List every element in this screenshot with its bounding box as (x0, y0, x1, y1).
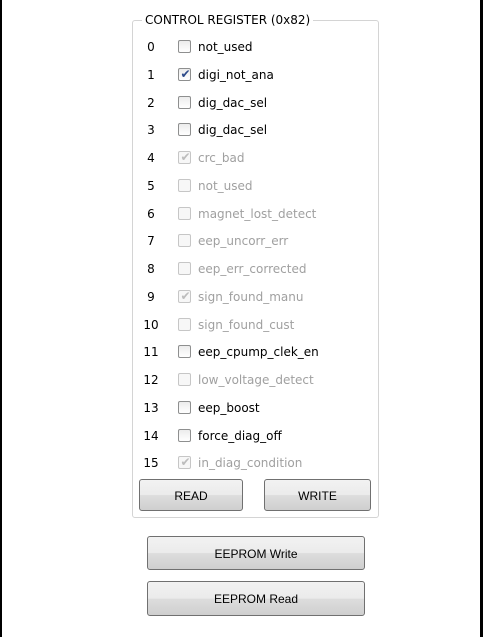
bit-checkbox-4: ✔ (178, 150, 191, 164)
read-button[interactable]: READ (139, 479, 243, 511)
bit-label[interactable]: dig_dac_sel (198, 94, 267, 112)
bit-index: 10 (143, 318, 159, 332)
bit-row-5: 5 not_used (136, 177, 376, 195)
bit-label[interactable]: digi_not_ana (198, 66, 274, 84)
bit-row-15: 15 ✔ in_diag_condition (136, 454, 376, 472)
bit-index: 12 (143, 373, 159, 387)
bit-checkbox-1[interactable]: ✔ (178, 67, 191, 81)
bit-label: magnet_lost_detect (198, 207, 317, 221)
control-register-title: CONTROL REGISTER (0x82) (142, 12, 314, 28)
bit-index: 7 (147, 234, 155, 248)
bit-checkbox-15: ✔ (178, 455, 191, 469)
bit-index: 3 (147, 123, 155, 137)
bit-row-0: 0 not_used (136, 38, 376, 56)
bit-checkbox-14[interactable] (178, 429, 191, 442)
bit-label[interactable]: eep_cpump_clek_en (198, 343, 319, 361)
bit-checkbox-13[interactable] (178, 401, 191, 414)
bit-checkbox-6 (178, 207, 191, 220)
bit-checkbox-12 (178, 373, 191, 386)
bit-label: in_diag_condition (198, 456, 303, 470)
bit-label[interactable]: not_used (198, 38, 253, 56)
check-icon: ✔ (180, 150, 191, 164)
bit-row-8: 8 eep_err_corrected (136, 260, 376, 278)
check-icon: ✔ (180, 289, 191, 303)
bit-index: 15 (143, 456, 159, 470)
bit-label: eep_err_corrected (198, 262, 307, 276)
bit-row-14: 14 force_diag_off (136, 427, 376, 445)
bit-row-13: 13 eep_boost (136, 399, 376, 417)
bit-label: eep_uncorr_err (198, 234, 289, 248)
write-button[interactable]: WRITE (264, 479, 371, 511)
bit-label[interactable]: dig_dac_sel (198, 121, 267, 139)
bit-row-1: 1 ✔ digi_not_ana (136, 66, 376, 84)
check-icon: ✔ (180, 67, 191, 81)
bit-label: sign_found_manu (198, 290, 304, 304)
bit-row-9: 9 ✔ sign_found_manu (136, 288, 376, 306)
bit-row-11: 11 eep_cpump_clek_en (136, 343, 376, 361)
bit-label: sign_found_cust (198, 318, 295, 332)
bit-index: 8 (147, 262, 155, 276)
bit-index: 13 (143, 401, 159, 415)
bit-row-12: 12 low_voltage_detect (136, 371, 376, 389)
bit-checkbox-11[interactable] (178, 345, 191, 358)
eeprom-read-button[interactable]: EEPROM Read (147, 581, 365, 616)
bit-row-10: 10 sign_found_cust (136, 316, 376, 334)
bit-label: crc_bad (198, 151, 245, 165)
bit-checkbox-9: ✔ (178, 289, 191, 303)
check-icon: ✔ (180, 455, 191, 469)
bit-label: not_used (198, 179, 253, 193)
bit-checkbox-0[interactable] (178, 40, 191, 53)
bit-index: 6 (147, 207, 155, 221)
bit-checkbox-10 (178, 318, 191, 331)
bit-label[interactable]: force_diag_off (198, 427, 282, 445)
bit-row-6: 6 magnet_lost_detect (136, 205, 376, 223)
bit-checkbox-7 (178, 234, 191, 247)
eeprom-write-button[interactable]: EEPROM Write (147, 536, 365, 570)
bit-index: 14 (143, 429, 159, 443)
bit-row-4: 4 ✔ crc_bad (136, 149, 376, 167)
bit-row-3: 3 dig_dac_sel (136, 121, 376, 139)
bit-checkbox-3[interactable] (178, 123, 191, 136)
bit-index: 5 (147, 179, 155, 193)
bit-index: 2 (147, 96, 155, 110)
bit-row-7: 7 eep_uncorr_err (136, 232, 376, 250)
bit-index: 9 (147, 290, 155, 304)
bit-label[interactable]: eep_boost (198, 399, 260, 417)
bit-checkbox-5 (178, 179, 191, 192)
window-left-border (0, 0, 2, 637)
bit-label: low_voltage_detect (198, 373, 314, 387)
bit-index: 1 (147, 68, 155, 82)
bit-index: 11 (143, 345, 159, 359)
bit-index: 4 (147, 151, 155, 165)
bit-checkbox-8 (178, 262, 191, 275)
bit-row-2: 2 dig_dac_sel (136, 94, 376, 112)
bit-index: 0 (147, 40, 155, 54)
bit-checkbox-2[interactable] (178, 96, 191, 109)
